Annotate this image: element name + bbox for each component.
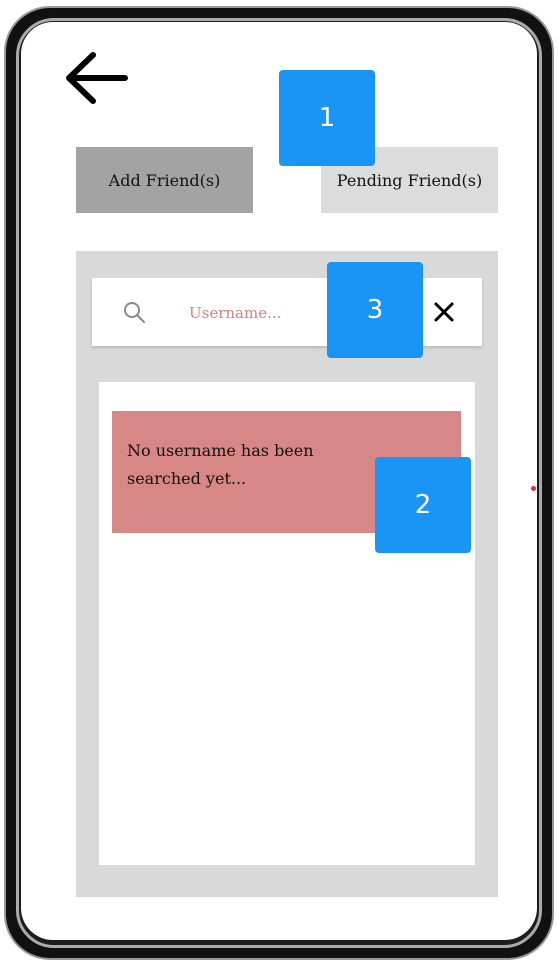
red-dot-marker — [531, 486, 536, 491]
annotation-badge-3: 3 — [327, 262, 423, 358]
annotation-badge-1: 1 — [279, 70, 375, 166]
username-search-input[interactable] — [187, 292, 331, 334]
search-bar — [92, 278, 482, 346]
search-panel: No username has been searched yet... — [76, 251, 498, 897]
empty-state-message: No username has been searched yet... — [127, 441, 314, 488]
close-icon[interactable] — [430, 298, 458, 326]
annotation-badge-2: 2 — [375, 457, 471, 553]
search-results-area: No username has been searched yet... — [99, 382, 475, 865]
add-friends-tab[interactable]: Add Friend(s) — [76, 147, 253, 213]
search-icon — [124, 302, 145, 323]
back-arrow-icon[interactable] — [59, 48, 131, 108]
